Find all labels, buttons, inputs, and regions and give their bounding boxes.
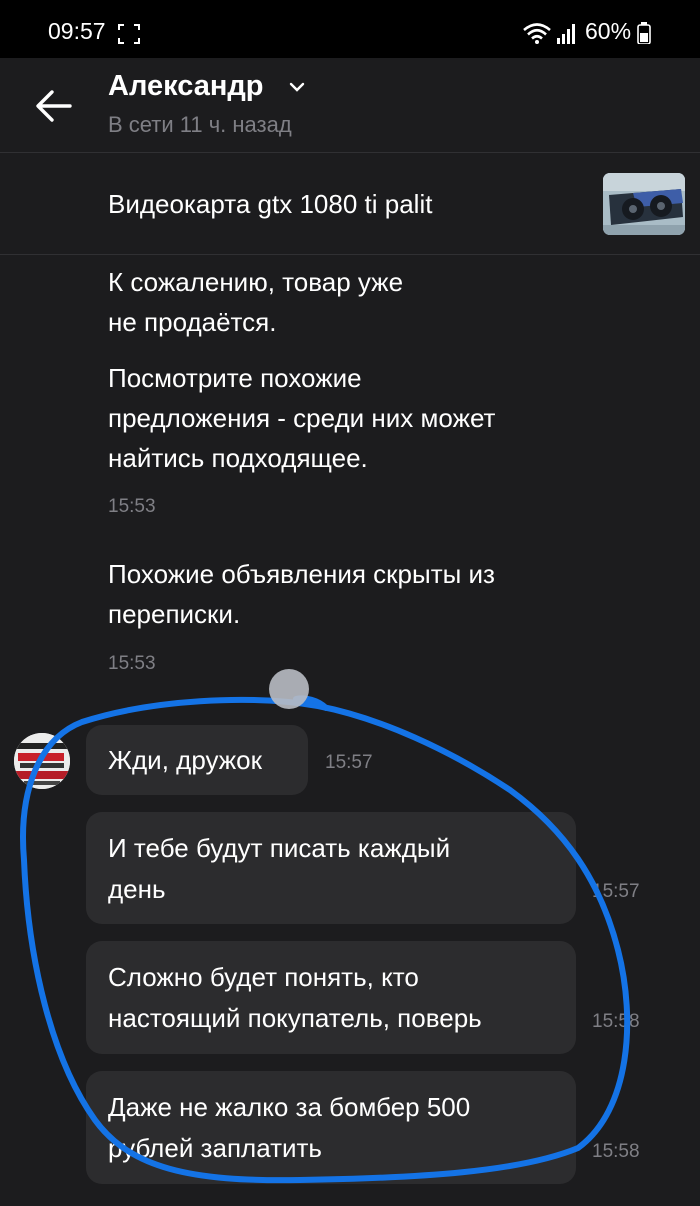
touch-indicator (269, 669, 309, 709)
message-text: Жди, дружок (108, 745, 263, 775)
presence-status: В сети 11 ч. назад (108, 112, 292, 137)
screen-capture-icon (118, 24, 140, 44)
graphics-card-image (603, 173, 685, 235)
contact-name[interactable]: Александр (108, 70, 264, 103)
system-message-line: Похожие объявления скрыты из (108, 559, 495, 589)
system-message: К сожалению, товар уже не продаётся. (108, 262, 403, 342)
system-message-time: 15:53 (108, 496, 156, 517)
status-time: 09:57 (48, 18, 106, 44)
chat-header: Александр В сети 11 ч. назад (0, 58, 700, 153)
message-bubble[interactable]: Сложно будет понять, кто настоящий покуп… (86, 941, 576, 1054)
system-message-line: найтись подходящее. (108, 443, 368, 473)
message-text: И тебе будут писать каждый (108, 833, 451, 863)
chevron-down-icon[interactable] (289, 80, 305, 94)
back-arrow-icon[interactable] (34, 88, 74, 124)
message-time: 15:57 (592, 881, 640, 902)
system-message: Посмотрите похожие предложения - среди н… (108, 358, 495, 478)
wifi-icon (523, 23, 551, 44)
message-bubble[interactable]: Даже не жалко за бомбер 500 рублей запла… (86, 1071, 576, 1184)
product-thumbnail[interactable] (603, 173, 685, 235)
avatar[interactable] (14, 733, 70, 789)
message-text: рублей заплатить (108, 1133, 322, 1163)
system-message-line: Посмотрите похожие (108, 363, 362, 393)
message-text: настоящий покупатель, поверь (108, 1003, 482, 1033)
message-time: 15:58 (592, 1011, 640, 1032)
message-text: Даже не жалко за бомбер 500 (108, 1092, 471, 1122)
message-bubble[interactable]: И тебе будут писать каждый день (86, 812, 576, 924)
message-text: день (108, 874, 166, 904)
product-title[interactable]: Видеокарта gtx 1080 ti palit (108, 189, 432, 220)
product-strip[interactable]: Видеокарта gtx 1080 ti palit (0, 153, 700, 255)
message-time: 15:58 (592, 1141, 640, 1162)
message-time: 15:57 (325, 752, 373, 773)
system-message-time: 15:53 (108, 653, 156, 674)
message-text: Сложно будет понять, кто (108, 962, 419, 992)
system-message: Похожие объявления скрыты из переписки. (108, 554, 495, 634)
avatar-image (14, 733, 70, 789)
battery-percent: 60% (585, 18, 632, 44)
system-message-line: предложения - среди них может (108, 403, 496, 433)
system-message-line: не продаётся. (108, 307, 277, 337)
status-bar: 09:57 60% (0, 0, 700, 58)
system-message-line: переписки. (108, 599, 241, 629)
battery-icon (637, 22, 651, 44)
signal-icon (557, 24, 575, 44)
system-message-line: К сожалению, товар уже (108, 267, 404, 297)
message-bubble[interactable]: Жди, дружок (86, 725, 308, 795)
